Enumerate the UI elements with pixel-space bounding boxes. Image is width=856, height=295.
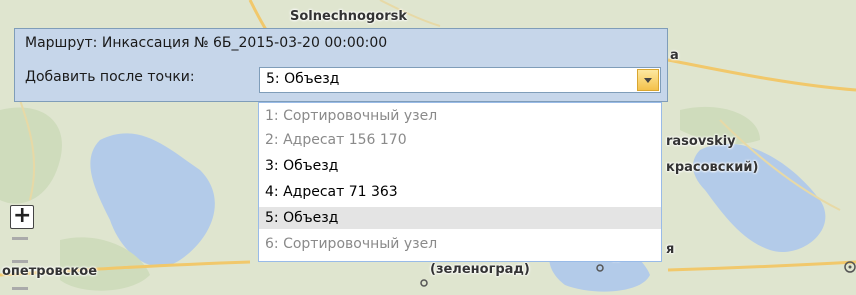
route-title: Маршрут: Инкассация № 6Б_2015-03-20 00:0… — [25, 35, 388, 51]
map-label-zelenograd: (зеленоград) — [430, 262, 530, 277]
plus-icon: + — [13, 203, 32, 228]
map-label-solnechnogorsk: Solnechnogorsk — [290, 9, 407, 24]
map-label-ya1: а — [670, 48, 679, 63]
dropdown-option[interactable]: 3: Объезд — [259, 155, 661, 177]
add-after-point-combo[interactable]: 5: Объезд — [259, 67, 661, 93]
dropdown-option[interactable]: 4: Адресат 71 363 — [259, 181, 661, 203]
dropdown-option[interactable]: 6: Сортировочный узел — [259, 233, 661, 255]
map-label-krasovskiy-latin: rasovskiy — [666, 134, 736, 149]
dropdown-option[interactable]: 5: Объезд — [259, 207, 661, 229]
combo-dropdown-button[interactable] — [637, 69, 659, 91]
zoom-slider-tick[interactable] — [12, 260, 28, 263]
route-panel: Маршрут: Инкассация № 6Б_2015-03-20 00:0… — [14, 28, 668, 102]
chevron-down-icon — [644, 78, 652, 83]
zoom-slider-tick[interactable] — [12, 237, 28, 240]
map-label-ya2: я — [666, 242, 675, 257]
add-after-point-label: Добавить после точки: — [25, 69, 195, 85]
map-label-krasovskiy-cyr: красовский) — [666, 160, 759, 175]
map-label-petrovskoe: опетровское — [2, 264, 98, 279]
combo-selected-value: 5: Объезд — [266, 71, 340, 87]
dropdown-option[interactable]: 1: Сортировочный узел — [259, 105, 661, 127]
dropdown-option[interactable]: 2: Адресат 156 170 — [259, 129, 661, 151]
zoom-slider-tick[interactable] — [12, 287, 28, 290]
zoom-in-button[interactable]: + — [10, 203, 34, 229]
point-dropdown-list: 1: Сортировочный узел 2: Адресат 156 170… — [258, 102, 662, 262]
